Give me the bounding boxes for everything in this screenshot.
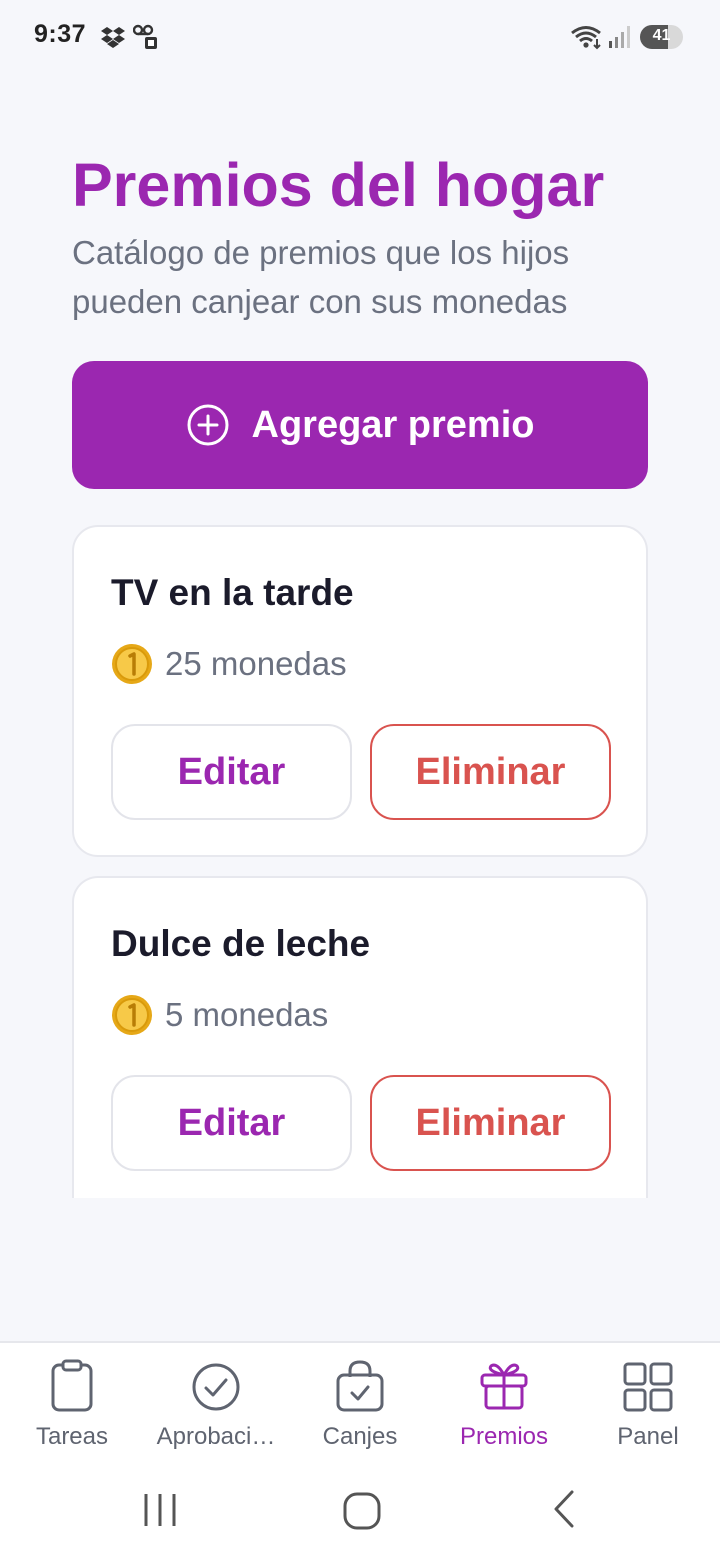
coin-icon <box>112 995 152 1035</box>
voicemail-icon <box>133 24 157 49</box>
reward-cost-text: 5 monedas <box>165 996 329 1033</box>
shopping-bag-icon <box>336 1360 384 1412</box>
nav-label: Tareas <box>35 1423 109 1450</box>
nav-item-tareas[interactable]: Tareas <box>0 1343 144 1471</box>
coin-icon <box>112 644 152 684</box>
nav-item-panel[interactable]: Panel <box>576 1343 720 1471</box>
edit-button[interactable]: Editar <box>111 1075 352 1171</box>
reward-name: Dulce de leche <box>111 923 371 964</box>
reward-cost: 25 monedas <box>111 643 347 685</box>
reward-cost: 5 monedas <box>111 994 328 1036</box>
delete-button[interactable]: Eliminar <box>370 724 611 820</box>
nav-label: Panel <box>617 1423 679 1450</box>
add-reward-button[interactable]: Agregar premio <box>72 361 648 489</box>
battery-level: 41 <box>652 27 671 44</box>
clipboard-icon <box>51 1359 93 1412</box>
system-nav-bar <box>0 1469 720 1560</box>
reward-cost-text: 25 monedas <box>165 645 347 682</box>
nav-label: Canjes <box>322 1423 398 1450</box>
bottom-nav: Tareas Aprobaci… Canjes Premios Panel <box>0 1341 720 1469</box>
wifi-icon <box>571 26 601 50</box>
gift-icon <box>480 1363 528 1410</box>
grid-icon <box>623 1362 673 1412</box>
dropbox-icon <box>101 27 125 48</box>
status-bar: 9:37 41 <box>0 0 720 72</box>
nav-label: Aprobaci… <box>156 1423 276 1450</box>
signal-icon <box>609 26 630 48</box>
nav-item-canjes[interactable]: Canjes <box>288 1343 432 1471</box>
page-title: Premios del hogar <box>72 151 605 219</box>
reward-name: TV en la tarde <box>111 572 354 613</box>
plus-circle-icon <box>187 404 229 446</box>
add-reward-label: Agregar premio <box>251 403 535 446</box>
battery-icon: 41 <box>640 25 683 49</box>
delete-button[interactable]: Eliminar <box>370 1075 611 1171</box>
reward-card: TV en la tarde 25 monedas Editar Elimina… <box>72 525 648 857</box>
check-circle-icon <box>192 1363 240 1411</box>
home-icon[interactable] <box>342 1491 382 1531</box>
nav-item-aprobaciones[interactable]: Aprobaci… <box>144 1343 288 1471</box>
status-time: 9:37 <box>34 20 87 48</box>
back-icon[interactable] <box>548 1489 578 1529</box>
reward-card: Dulce de leche 5 monedas Editar Eliminar <box>72 876 648 1198</box>
edit-button[interactable]: Editar <box>111 724 352 820</box>
nav-item-premios[interactable]: Premios <box>432 1343 576 1471</box>
recents-icon[interactable] <box>140 1491 180 1529</box>
nav-label: Premios <box>459 1423 549 1450</box>
page-subtitle: Catálogo de premios que los hijos pueden… <box>72 234 570 320</box>
